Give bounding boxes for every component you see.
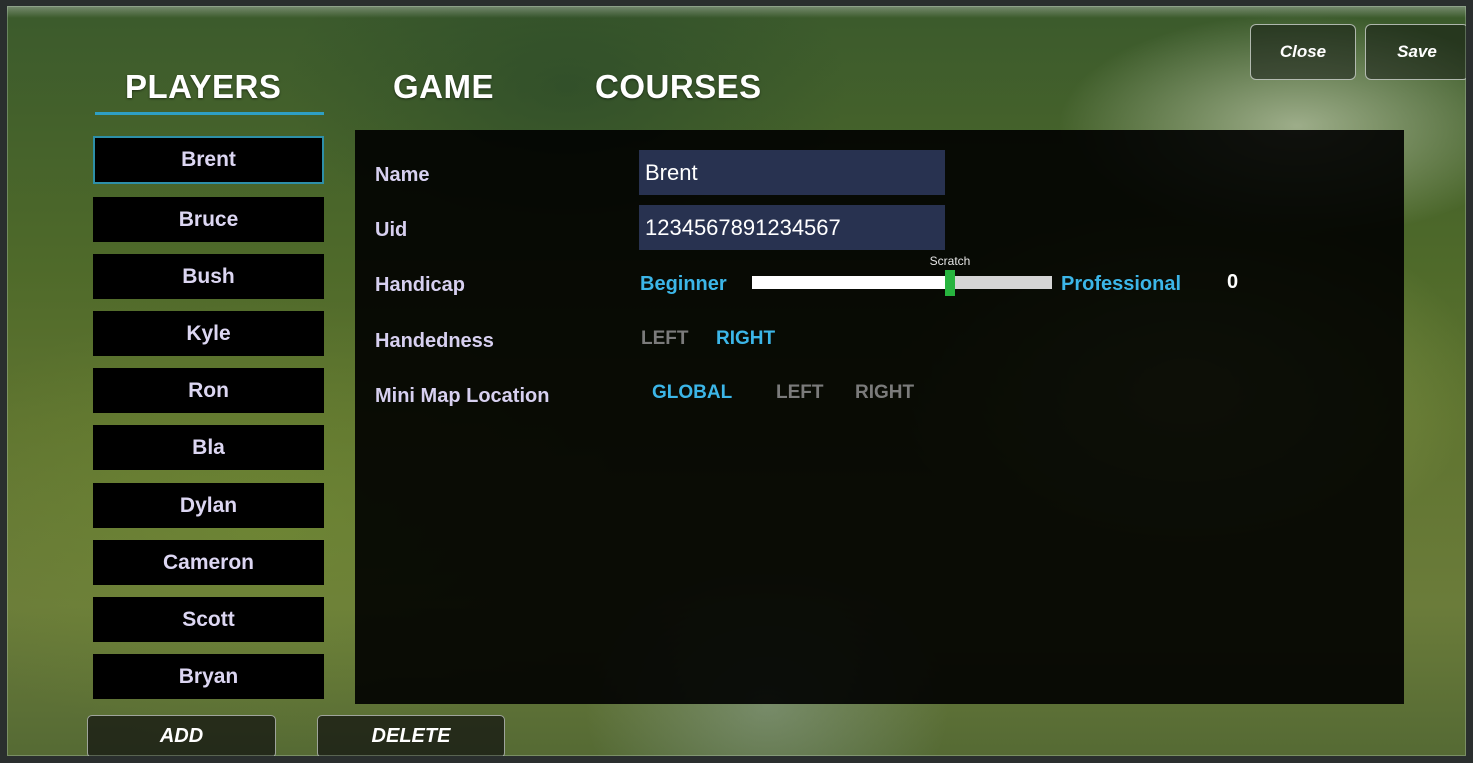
player-details-panel: Name Uid Handicap Beginner Scratch Profe… — [355, 130, 1404, 704]
player-list-item[interactable]: Dylan — [93, 483, 324, 528]
player-list-item[interactable]: Bush — [93, 254, 324, 299]
name-label: Name — [375, 164, 430, 186]
player-list-item[interactable]: Scott — [93, 597, 324, 642]
handedness-option-left[interactable]: LEFT — [641, 328, 689, 350]
minimap-label: Mini Map Location — [375, 385, 550, 407]
handicap-slider[interactable] — [752, 270, 1052, 296]
minimap-option-global[interactable]: GLOBAL — [652, 382, 732, 404]
handicap-value: 0 — [1227, 271, 1239, 293]
player-list-item[interactable]: Cameron — [93, 540, 324, 585]
save-button[interactable]: Save — [1365, 24, 1466, 80]
uid-field[interactable] — [639, 205, 945, 250]
handedness-option-right[interactable]: RIGHT — [716, 328, 775, 350]
close-button[interactable]: Close — [1250, 24, 1356, 80]
tab-courses[interactable]: COURSES — [595, 68, 762, 106]
handicap-label: Handicap — [375, 274, 466, 296]
player-list-item[interactable]: Bla — [93, 425, 324, 470]
player-list-item[interactable]: Kyle — [93, 311, 324, 356]
uid-label: Uid — [375, 219, 408, 241]
minimap-option-right[interactable]: RIGHT — [855, 382, 914, 404]
handicap-scratch-label: Scratch — [929, 254, 971, 268]
name-field[interactable] — [639, 150, 945, 195]
handicap-slider-fill — [752, 276, 950, 289]
tab-players[interactable]: PLAYERS — [125, 68, 281, 106]
add-player-button[interactable]: ADD — [87, 715, 276, 756]
player-list-item[interactable]: Ron — [93, 368, 324, 413]
handicap-max-label: Professional — [1061, 273, 1182, 295]
active-tab-indicator — [95, 112, 324, 115]
delete-player-button[interactable]: DELETE — [317, 715, 505, 756]
app-window: PLAYERS GAME COURSES Close Save Brent Br… — [0, 0, 1473, 763]
player-list-item[interactable]: Bryan — [93, 654, 324, 699]
tab-game[interactable]: GAME — [393, 68, 494, 106]
player-list-item[interactable]: Brent — [93, 136, 324, 184]
player-list-item[interactable]: Bruce — [93, 197, 324, 242]
handicap-slider-handle[interactable] — [945, 270, 955, 296]
handedness-label: Handedness — [375, 330, 494, 352]
handicap-min-label: Beginner — [640, 273, 727, 295]
minimap-option-left[interactable]: LEFT — [776, 382, 824, 404]
